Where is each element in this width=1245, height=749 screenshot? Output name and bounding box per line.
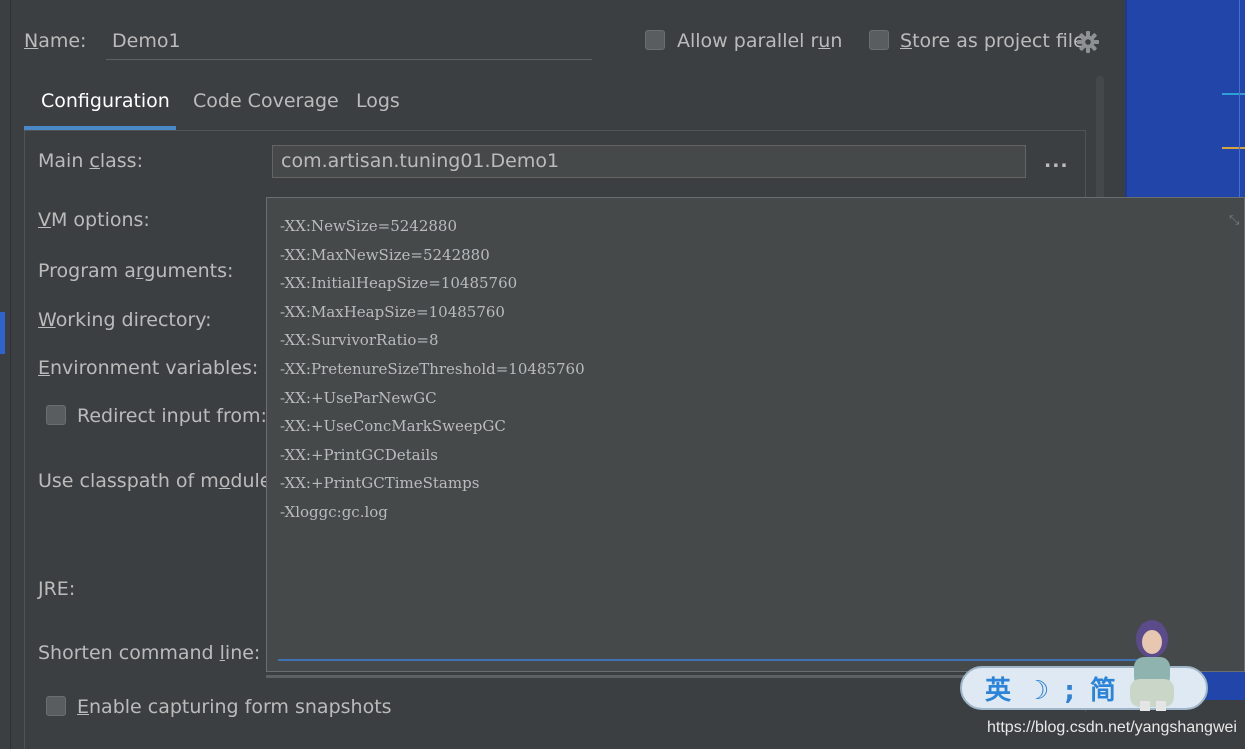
name-field[interactable]: Demo1 xyxy=(112,30,181,52)
shorten-command-label-post: ine: xyxy=(224,642,261,664)
environment-variables-label: Environment variables: xyxy=(38,357,258,379)
store-label-mnemonic: S xyxy=(900,30,913,52)
name-label-rest: ame: xyxy=(38,30,87,52)
allow-parallel-run-label[interactable]: Allow parallel run xyxy=(677,30,842,52)
vm-options-focus-bar xyxy=(278,659,1166,661)
ime-avatar xyxy=(1130,620,1174,711)
main-class-label-pre: Main xyxy=(38,150,90,172)
main-class-label: Main class: xyxy=(38,150,143,172)
vm-option-line: -XX:+PrintGCTimeStamps xyxy=(280,474,480,493)
name-label-mnemonic: N xyxy=(24,30,39,52)
vm-options-label-mnemonic: V xyxy=(38,209,51,231)
tab-logs[interactable]: Logs xyxy=(356,88,400,128)
working-directory-label-mnemonic: W xyxy=(38,309,56,331)
jre-label: JRE: xyxy=(38,578,75,600)
allow-parallel-run-label-post: n xyxy=(830,30,843,52)
store-as-project-file-checkbox[interactable] xyxy=(869,30,889,50)
program-arguments-label-post: guments: xyxy=(143,260,234,282)
vm-option-line: -XX:+PrintGCDetails xyxy=(280,445,438,464)
allow-parallel-run-checkbox[interactable] xyxy=(645,30,665,50)
collapse-icon[interactable]: ⤡ xyxy=(1229,213,1243,228)
redirect-input-label[interactable]: Redirect input from: xyxy=(77,405,267,427)
watermark-text: https://blog.csdn.net/yangshangwei xyxy=(987,719,1237,736)
tab-code-coverage[interactable]: Code Coverage xyxy=(193,88,339,128)
vm-option-line: -XX:PretenureSizeThreshold=10485760 xyxy=(280,359,585,378)
browse-main-class-button[interactable]: ... xyxy=(1044,150,1068,172)
capture-snapshots-label-post: nable capturing form snapshots xyxy=(89,696,392,718)
vm-options-label-post: M options: xyxy=(51,209,150,231)
main-class-input[interactable]: com.artisan.tuning01.Demo1 xyxy=(272,145,1026,178)
vm-option-line: -XX:MaxNewSize=5242880 xyxy=(280,245,490,264)
classpath-module-label: Use classpath of module: xyxy=(38,470,278,492)
jre-label-post: RE: xyxy=(43,578,76,600)
redirect-input-checkbox[interactable] xyxy=(46,405,66,425)
shorten-command-line-label: Shorten command line: xyxy=(38,642,260,664)
store-label-rest: tore as project file xyxy=(912,30,1085,52)
allow-parallel-run-label-pre: Allow parallel r xyxy=(677,30,819,52)
main-class-label-post: lass: xyxy=(99,150,143,172)
vm-option-line: -XX:InitialHeapSize=10485760 xyxy=(280,274,518,293)
background-editor-marker-blue xyxy=(1222,93,1245,95)
classpath-module-label-pre: Use classpath of m xyxy=(38,470,219,492)
vm-options-text[interactable]: -XX:NewSize=5242880 -XX:MaxNewSize=52428… xyxy=(280,212,585,527)
name-label: Name: xyxy=(24,30,86,52)
left-panel-edge xyxy=(0,0,11,749)
gear-icon[interactable] xyxy=(1076,30,1100,54)
tab-configuration[interactable]: Configuration xyxy=(41,88,170,128)
vm-options-label: VM options: xyxy=(38,209,150,231)
store-as-project-file-label[interactable]: Store as project file xyxy=(900,30,1085,52)
vm-option-line: -Xloggc:gc.log xyxy=(280,502,388,521)
working-directory-label: Working directory: xyxy=(38,309,212,331)
vm-option-line: -XX:+UseConcMarkSweepGC xyxy=(280,417,506,436)
vm-option-line: -XX:+UseParNewGC xyxy=(280,388,437,407)
vm-option-line: -XX:SurvivorRatio=8 xyxy=(280,331,439,350)
shorten-command-label-pre: Shorten command xyxy=(38,642,220,664)
capture-snapshots-checkbox[interactable] xyxy=(46,696,66,716)
environment-variables-label-mnemonic: E xyxy=(38,357,51,379)
vm-option-line: -XX:MaxHeapSize=10485760 xyxy=(280,302,505,321)
program-arguments-label: Program arguments: xyxy=(38,260,233,282)
capture-snapshots-label-mnemonic: E xyxy=(77,696,90,718)
environment-variables-label-post: nvironment variables: xyxy=(50,357,259,379)
program-arguments-label-pre: Program a xyxy=(38,260,136,282)
ime-status-text: 英 ☽ ; 简 xyxy=(985,676,1119,706)
working-directory-label-post: orking directory: xyxy=(55,309,212,331)
classpath-module-label-mnemonic: o xyxy=(218,470,231,492)
name-field-underline xyxy=(106,59,592,60)
left-panel-selection-marker xyxy=(0,312,5,354)
main-class-label-mnemonic: c xyxy=(89,150,100,172)
vm-option-line: -XX:NewSize=5242880 xyxy=(280,217,458,235)
background-editor-marker-orange xyxy=(1222,147,1245,149)
background-editor-gutter-line xyxy=(1239,0,1240,230)
capture-snapshots-label[interactable]: Enable capturing form snapshots xyxy=(77,696,392,718)
allow-parallel-run-label-mnemonic: u xyxy=(818,30,831,52)
